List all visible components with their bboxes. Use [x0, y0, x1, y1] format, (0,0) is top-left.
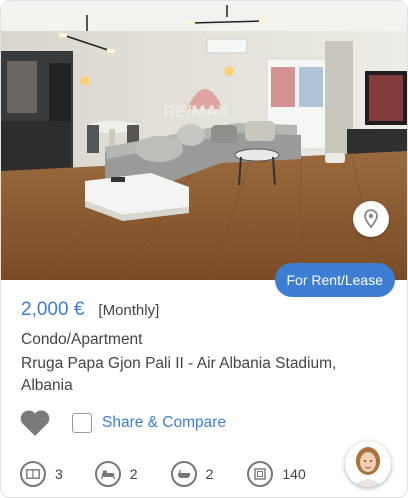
- location-pin-icon: [364, 209, 378, 229]
- map-location-button[interactable]: [353, 201, 389, 237]
- listing-price: 2,000 €: [21, 299, 85, 320]
- feature-rooms: 3: [20, 461, 63, 487]
- rooms-icon: [20, 461, 46, 487]
- svg-text:RE/MAX: RE/MAX: [163, 102, 230, 121]
- listing-actions: Share & Compare: [19, 409, 226, 437]
- area-icon: [247, 461, 274, 487]
- property-features: 3 2 2 140: [20, 461, 306, 487]
- listing-photo[interactable]: RE/MAX: [1, 1, 407, 280]
- feature-area: 140: [247, 461, 306, 487]
- bed-icon: [94, 461, 121, 487]
- bedrooms-count: 2: [129, 466, 138, 482]
- apartment-interior-image: RE/MAX: [1, 1, 407, 280]
- compare-checkbox[interactable]: [72, 413, 92, 433]
- feature-bathrooms: 2: [170, 461, 214, 487]
- property-type: Condo/Apartment: [21, 331, 143, 348]
- agent-photo: [345, 441, 391, 487]
- listing-card[interactable]: RE/MAX For Rent/Lease 2,000 € [Monthly] …: [0, 0, 408, 498]
- area-sqm: 140: [282, 466, 306, 482]
- share-compare-link[interactable]: Share & Compare: [102, 414, 226, 432]
- feature-bedrooms: 2: [94, 461, 138, 487]
- rooms-count: 3: [55, 466, 63, 482]
- price-row: 2,000 € [Monthly]: [21, 299, 159, 321]
- bathtub-icon: [170, 461, 197, 487]
- property-address: Rruga Papa Gjon Pali II - Air Albania St…: [21, 355, 337, 394]
- listing-status-badge: For Rent/Lease: [274, 263, 395, 297]
- favorite-heart-icon[interactable]: [19, 409, 51, 437]
- agent-avatar[interactable]: [345, 441, 391, 487]
- price-period: [Monthly]: [98, 302, 160, 319]
- bathrooms-count: 2: [205, 466, 214, 482]
